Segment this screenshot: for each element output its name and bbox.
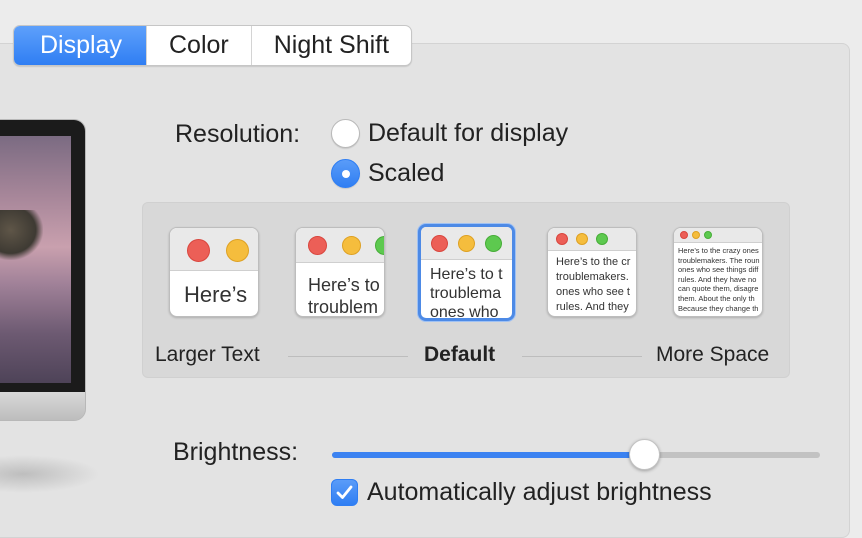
zoom-dot-icon — [485, 235, 502, 252]
auto-brightness-checkbox[interactable] — [331, 479, 358, 506]
minimize-dot-icon — [576, 233, 588, 245]
scale-preview-default[interactable]: Here’s to t troublema ones who — [418, 224, 515, 321]
tab-display[interactable]: Display — [14, 26, 146, 65]
island-image — [0, 210, 43, 260]
preview-text: Here’s to troublem — [308, 275, 380, 317]
close-dot-icon — [680, 231, 688, 239]
window-titlebar — [170, 228, 258, 271]
preview-text: Here’s to t troublema ones who — [430, 266, 503, 321]
monitor-bezel — [0, 120, 85, 392]
monitor-wallpaper — [0, 136, 71, 383]
scale-preview-more-space[interactable]: Here’s to the crazy ones troublemakers. … — [673, 227, 763, 317]
scale-label-more-space: More Space — [656, 343, 770, 366]
minimize-dot-icon — [226, 239, 249, 262]
brightness-label: Brightness: — [173, 438, 299, 466]
minimize-dot-icon — [342, 236, 361, 255]
radio-label-default: Default for display — [368, 119, 569, 147]
minimize-dot-icon — [458, 235, 475, 252]
scale-preview-2[interactable]: Here’s to troublem — [295, 227, 385, 317]
scale-divider-left — [288, 356, 408, 357]
window-titlebar — [674, 228, 762, 243]
close-dot-icon — [308, 236, 327, 255]
radio-button-on[interactable] — [331, 159, 360, 188]
zoom-dot-icon — [375, 236, 384, 255]
monitor-illustration — [0, 119, 86, 421]
window-titlebar — [421, 227, 512, 260]
scale-label-default: Default — [424, 343, 496, 366]
window-titlebar — [548, 228, 636, 251]
tab-color[interactable]: Color — [145, 26, 251, 65]
close-dot-icon — [431, 235, 448, 252]
scale-label-larger-text: Larger Text — [155, 343, 260, 366]
preview-text: Here’s — [184, 282, 248, 307]
brightness-slider-fill — [332, 452, 645, 458]
scale-preview-4[interactable]: Here’s to the cr troublemakers. ones who… — [547, 227, 637, 317]
checkmark-icon — [336, 485, 353, 499]
tab-night-shift[interactable]: Night Shift — [250, 26, 411, 65]
radio-label-scaled: Scaled — [368, 159, 445, 187]
brightness-slider-knob[interactable] — [628, 439, 660, 470]
radio-button-off[interactable] — [331, 119, 360, 148]
monitor-shadow — [0, 455, 100, 493]
minimize-dot-icon — [692, 231, 700, 239]
auto-brightness-label: Automatically adjust brightness — [367, 478, 712, 506]
monitor-chin — [0, 392, 85, 420]
radio-scaled[interactable]: Scaled — [331, 159, 444, 188]
zoom-dot-icon — [704, 231, 712, 239]
scale-preview-larger-text[interactable]: Here’s — [169, 227, 259, 317]
zoom-dot-icon — [596, 233, 608, 245]
preview-text: Here’s to the cr troublemakers. ones who… — [556, 256, 631, 313]
resolution-label: Resolution: — [175, 120, 301, 148]
close-dot-icon — [556, 233, 568, 245]
scale-divider-right — [522, 356, 642, 357]
preview-text: Here’s to the crazy ones troublemakers. … — [678, 246, 760, 313]
window-titlebar — [296, 228, 384, 263]
radio-default-for-display[interactable]: Default for display — [331, 119, 568, 148]
segmented-tab-control: Display Color Night Shift — [13, 25, 413, 66]
close-dot-icon — [187, 239, 210, 262]
